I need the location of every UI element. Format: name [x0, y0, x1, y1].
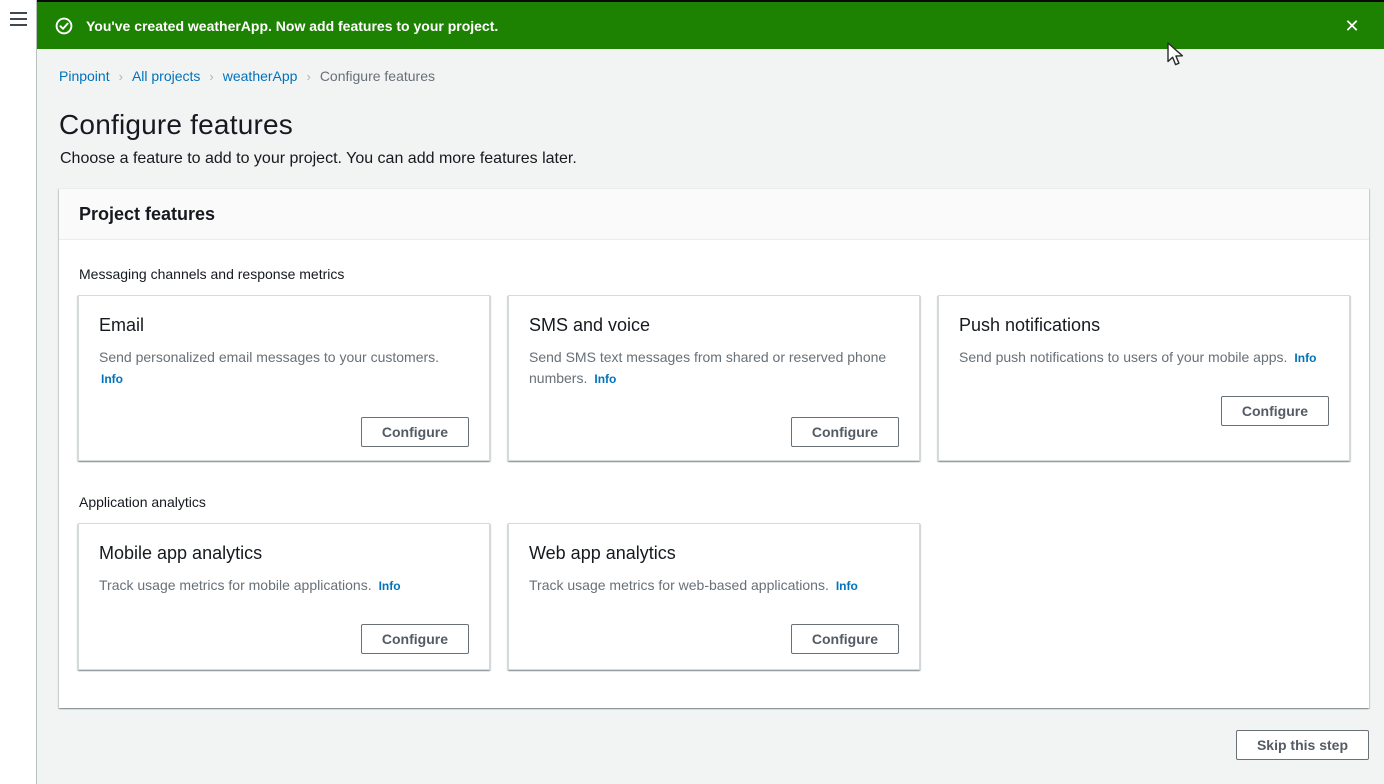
card-mobile-analytics-description: Track usage metrics for mobile applicati… — [99, 575, 469, 597]
page-title: Configure features — [59, 109, 1384, 141]
card-mobile-analytics-title: Mobile app analytics — [99, 543, 469, 564]
breadcrumb-separator-icon: › — [306, 69, 310, 84]
banner-message: You've created weatherApp. Now add featu… — [86, 18, 1340, 34]
card-sms-voice-actions: Configure — [529, 417, 899, 447]
breadcrumb-all-projects[interactable]: All projects — [132, 68, 200, 84]
push-notifications-info-link[interactable]: Info — [1294, 351, 1316, 365]
configure-email-button[interactable]: Configure — [361, 417, 469, 447]
card-sms-voice: SMS and voice Send SMS text messages fro… — [508, 295, 920, 461]
breadcrumb-separator-icon: › — [209, 69, 213, 84]
panel-body: Messaging channels and response metrics … — [59, 240, 1369, 708]
card-email-title: Email — [99, 315, 469, 336]
status-positive-icon — [55, 17, 73, 35]
card-email-description: Send personalized email messages to your… — [99, 347, 469, 390]
main-content: Pinpoint › All projects › weatherApp › Configu… — [37, 49, 1384, 784]
breadcrumb-weatherapp[interactable]: weatherApp — [223, 68, 298, 84]
card-mobile-analytics-actions: Configure — [99, 624, 469, 654]
web-analytics-info-link[interactable]: Info — [836, 579, 858, 593]
breadcrumb-current: Configure features — [320, 68, 435, 84]
panel-title: Project features — [79, 204, 1349, 225]
card-web-analytics-title: Web app analytics — [529, 543, 899, 564]
sms-voice-info-link[interactable]: Info — [594, 372, 616, 386]
configure-push-notifications-button[interactable]: Configure — [1221, 396, 1329, 426]
card-email: Email Send personalized email messages t… — [78, 295, 490, 461]
card-web-analytics-description: Track usage metrics for web-based applic… — [529, 575, 899, 597]
breadcrumb: Pinpoint › All projects › weatherApp › Configu… — [37, 49, 1384, 84]
card-sms-voice-description: Send SMS text messages from shared or re… — [529, 347, 899, 390]
skip-this-step-button[interactable]: Skip this step — [1236, 730, 1369, 760]
configure-web-analytics-button[interactable]: Configure — [791, 624, 899, 654]
analytics-cards-row: Mobile app analytics Track usage metrics… — [78, 523, 1350, 670]
card-sms-voice-title: SMS and voice — [529, 315, 899, 336]
breadcrumb-separator-icon: › — [119, 69, 123, 84]
section-label-messaging: Messaging channels and response metrics — [79, 266, 1350, 282]
panel-header: Project features — [59, 189, 1369, 240]
card-email-actions: Configure — [99, 417, 469, 447]
card-mobile-analytics: Mobile app analytics Track usage metrics… — [78, 523, 490, 670]
project-features-panel: Project features Messaging channels and … — [59, 188, 1369, 708]
card-push-notifications-actions: Configure — [959, 396, 1329, 426]
email-info-link[interactable]: Info — [101, 369, 123, 390]
menu-hamburger-icon[interactable] — [10, 12, 27, 26]
card-push-notifications-description: Send push notifications to users of your… — [959, 347, 1329, 369]
configure-mobile-analytics-button[interactable]: Configure — [361, 624, 469, 654]
page-subtitle: Choose a feature to add to your project.… — [60, 150, 1384, 168]
window-top-edge — [37, 0, 1384, 2]
mobile-analytics-info-link[interactable]: Info — [379, 579, 401, 593]
success-flash-banner: You've created weatherApp. Now add featu… — [37, 2, 1384, 49]
close-icon[interactable]: ✕ — [1340, 14, 1364, 38]
card-web-analytics-actions: Configure — [529, 624, 899, 654]
card-push-notifications-title: Push notifications — [959, 315, 1329, 336]
card-push-notifications: Push notifications Send push notificatio… — [938, 295, 1350, 461]
footer-actions: Skip this step — [37, 730, 1369, 760]
card-web-analytics: Web app analytics Track usage metrics fo… — [508, 523, 920, 670]
side-nav-strip — [0, 0, 37, 784]
configure-sms-voice-button[interactable]: Configure — [791, 417, 899, 447]
section-label-analytics: Application analytics — [79, 494, 1350, 510]
messaging-cards-row: Email Send personalized email messages t… — [78, 295, 1350, 461]
breadcrumb-pinpoint[interactable]: Pinpoint — [59, 68, 110, 84]
